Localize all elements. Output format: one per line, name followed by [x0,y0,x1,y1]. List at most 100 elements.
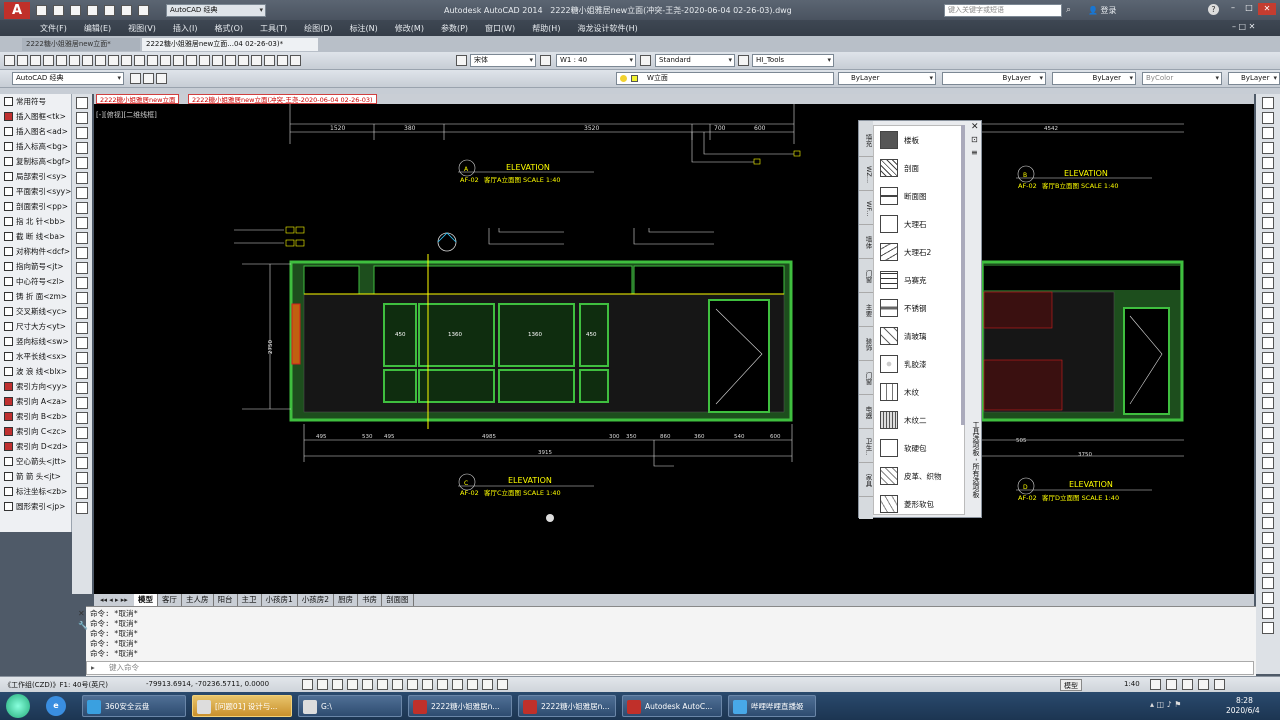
menu-item[interactable]: 视图(V) [128,23,156,34]
drafting-toggle-icon[interactable] [362,679,373,690]
palette-item[interactable]: 插入标高<bg> [0,139,71,154]
undo-icon[interactable] [121,5,132,16]
modify-tool-icon[interactable] [1262,622,1274,634]
modify-tool-icon[interactable] [1262,502,1274,514]
save-icon[interactable] [30,55,41,66]
modify-tool-icon[interactable] [1262,517,1274,529]
tab-nav-arrows[interactable]: ◂◂ ◂ ▸ ▸▸ [100,594,128,606]
help-icon[interactable] [290,55,301,66]
bylayer-select[interactable]: ByLayer [1228,72,1280,85]
draw-tool-icon[interactable] [76,142,88,154]
modify-tool-icon[interactable] [1262,232,1274,244]
text-style-select[interactable]: 宋体 [470,54,536,67]
palette-item[interactable]: 水平长线<sx> [0,349,71,364]
draw-tool-icon[interactable] [76,502,88,514]
layout-tab[interactable]: 客厅 [158,594,182,606]
draw-tool-icon[interactable] [76,277,88,289]
login-label[interactable]: 👤 登录 [1088,5,1117,16]
doc-tab-active[interactable]: 2222糖小姐雅居new立面(冲突-王尧-2020-06-04 02-26-03… [188,94,377,104]
color-select[interactable]: ByLayer [838,72,936,85]
modify-tool-icon[interactable] [1262,562,1274,574]
drafting-toggle-icon[interactable] [332,679,343,690]
table-style-icon[interactable] [640,55,651,66]
draw-tool-icon[interactable] [76,427,88,439]
taskbar-item[interactable]: Autodesk AutoC... [622,695,722,717]
tool-palette-tab[interactable]: 墙体 [859,227,873,259]
design-center-icon[interactable] [225,55,236,66]
palette-item[interactable]: 铸 折 面<zm> [0,289,71,304]
tool-palette-item[interactable]: 乳胶漆 [874,350,964,378]
palette-item[interactable]: 尺寸大方<yt> [0,319,71,334]
draw-tool-icon[interactable] [76,127,88,139]
palette-item[interactable]: 指 北 针<bb> [0,214,71,229]
modify-tool-icon[interactable] [1262,352,1274,364]
layout-tab-model[interactable]: 模型 [134,594,158,606]
tool-palette-item[interactable]: 大理石2 [874,238,964,266]
modify-tool-icon[interactable] [1262,247,1274,259]
autocad-logo-icon[interactable]: A [4,2,30,19]
taskbar-item[interactable]: 2222糖小姐雅居n... [518,695,616,717]
text-style-icon[interactable] [456,55,467,66]
tool-palette[interactable]: 填充 WZ... WF... 墙体 门窗 主要 装饰 门窗 电器 卫生.. 家具 楼板 剖面 断面图 大理… [858,120,982,519]
layer-state-icon[interactable] [143,73,154,84]
drafting-toggle-icon[interactable] [467,679,478,690]
sheet-set-icon[interactable] [251,55,262,66]
palette-item[interactable]: 对称构件<dcf> [0,244,71,259]
layout-tab[interactable]: 厨房 [334,594,359,606]
draw-tool-icon[interactable] [76,322,88,334]
menu-item[interactable]: 文件(F) [40,23,67,34]
modify-tool-icon[interactable] [1262,157,1274,169]
drafting-toggle-icon[interactable] [392,679,403,690]
tool-palette-item[interactable]: 清玻璃 [874,322,964,350]
palette-item[interactable]: 常用符号 [0,94,71,109]
draw-tool-icon[interactable] [76,412,88,424]
plotstyle-select[interactable]: ByColor [1142,72,1222,85]
tool-palette-tab[interactable]: 门窗 [859,261,873,293]
palette-item[interactable]: 竖向标线<sw> [0,334,71,349]
model-button[interactable]: 模型 [1060,679,1082,691]
mleader-style-select[interactable]: HI_Tools [752,54,834,67]
modify-tool-icon[interactable] [1262,307,1274,319]
tool-palette-tab[interactable]: WF... [859,193,873,225]
taskbar-item[interactable]: G:\ [298,695,402,717]
open-icon[interactable] [53,5,64,16]
linetype-select[interactable]: ByLayer [942,72,1046,85]
properties-icon[interactable] [212,55,223,66]
draw-tool-icon[interactable] [76,352,88,364]
zoom-window-icon[interactable] [186,55,197,66]
redo-icon[interactable] [147,55,158,66]
draw-tool-icon[interactable] [76,337,88,349]
drafting-toggle-icon[interactable] [407,679,418,690]
drafting-toggle-icon[interactable] [437,679,448,690]
modify-tool-icon[interactable] [1262,337,1274,349]
tool-palette-tab[interactable]: 家具 [859,465,873,497]
tool-palette-item[interactable]: 大理石 [874,210,964,238]
palette-item[interactable]: 波 浪 线<blx> [0,364,71,379]
modify-tool-icon[interactable] [1262,187,1274,199]
save-icon[interactable] [70,5,81,16]
close-button[interactable]: ✕ [1258,3,1276,15]
draw-tool-icon[interactable] [76,187,88,199]
annotation-visibility-icon[interactable] [1150,679,1161,690]
workspace-switcher[interactable]: AutoCAD 经典 [166,4,266,17]
search-input[interactable]: 键入关键字或短语 [944,4,1062,17]
palette-item[interactable]: 指向箭号<jt> [0,259,71,274]
menu-item[interactable]: 编辑(E) [84,23,111,34]
undo-icon[interactable] [134,55,145,66]
tool-palette-item[interactable]: 木纹二 [874,406,964,434]
layout-tab[interactable]: 书房 [358,594,383,606]
open-icon[interactable] [17,55,28,66]
modify-tool-icon[interactable] [1262,277,1274,289]
draw-tool-icon[interactable] [76,307,88,319]
taskbar-item[interactable]: [问题01] 设计与... [192,695,292,717]
calc-icon[interactable] [277,55,288,66]
draw-tool-icon[interactable] [76,247,88,259]
draw-tool-icon[interactable] [76,202,88,214]
palette-item[interactable]: 箭 箭 头<jt> [0,469,71,484]
palette-item[interactable]: 索引向 C<zc> [0,424,71,439]
quick-access-icons[interactable] [36,5,156,16]
modify-tool-icon[interactable] [1262,487,1274,499]
tool-palette-item[interactable]: 软硬包 [874,434,964,462]
menu-item[interactable]: 海龙设计软件(H) [577,23,637,34]
zoom-prev-icon[interactable] [199,55,210,66]
